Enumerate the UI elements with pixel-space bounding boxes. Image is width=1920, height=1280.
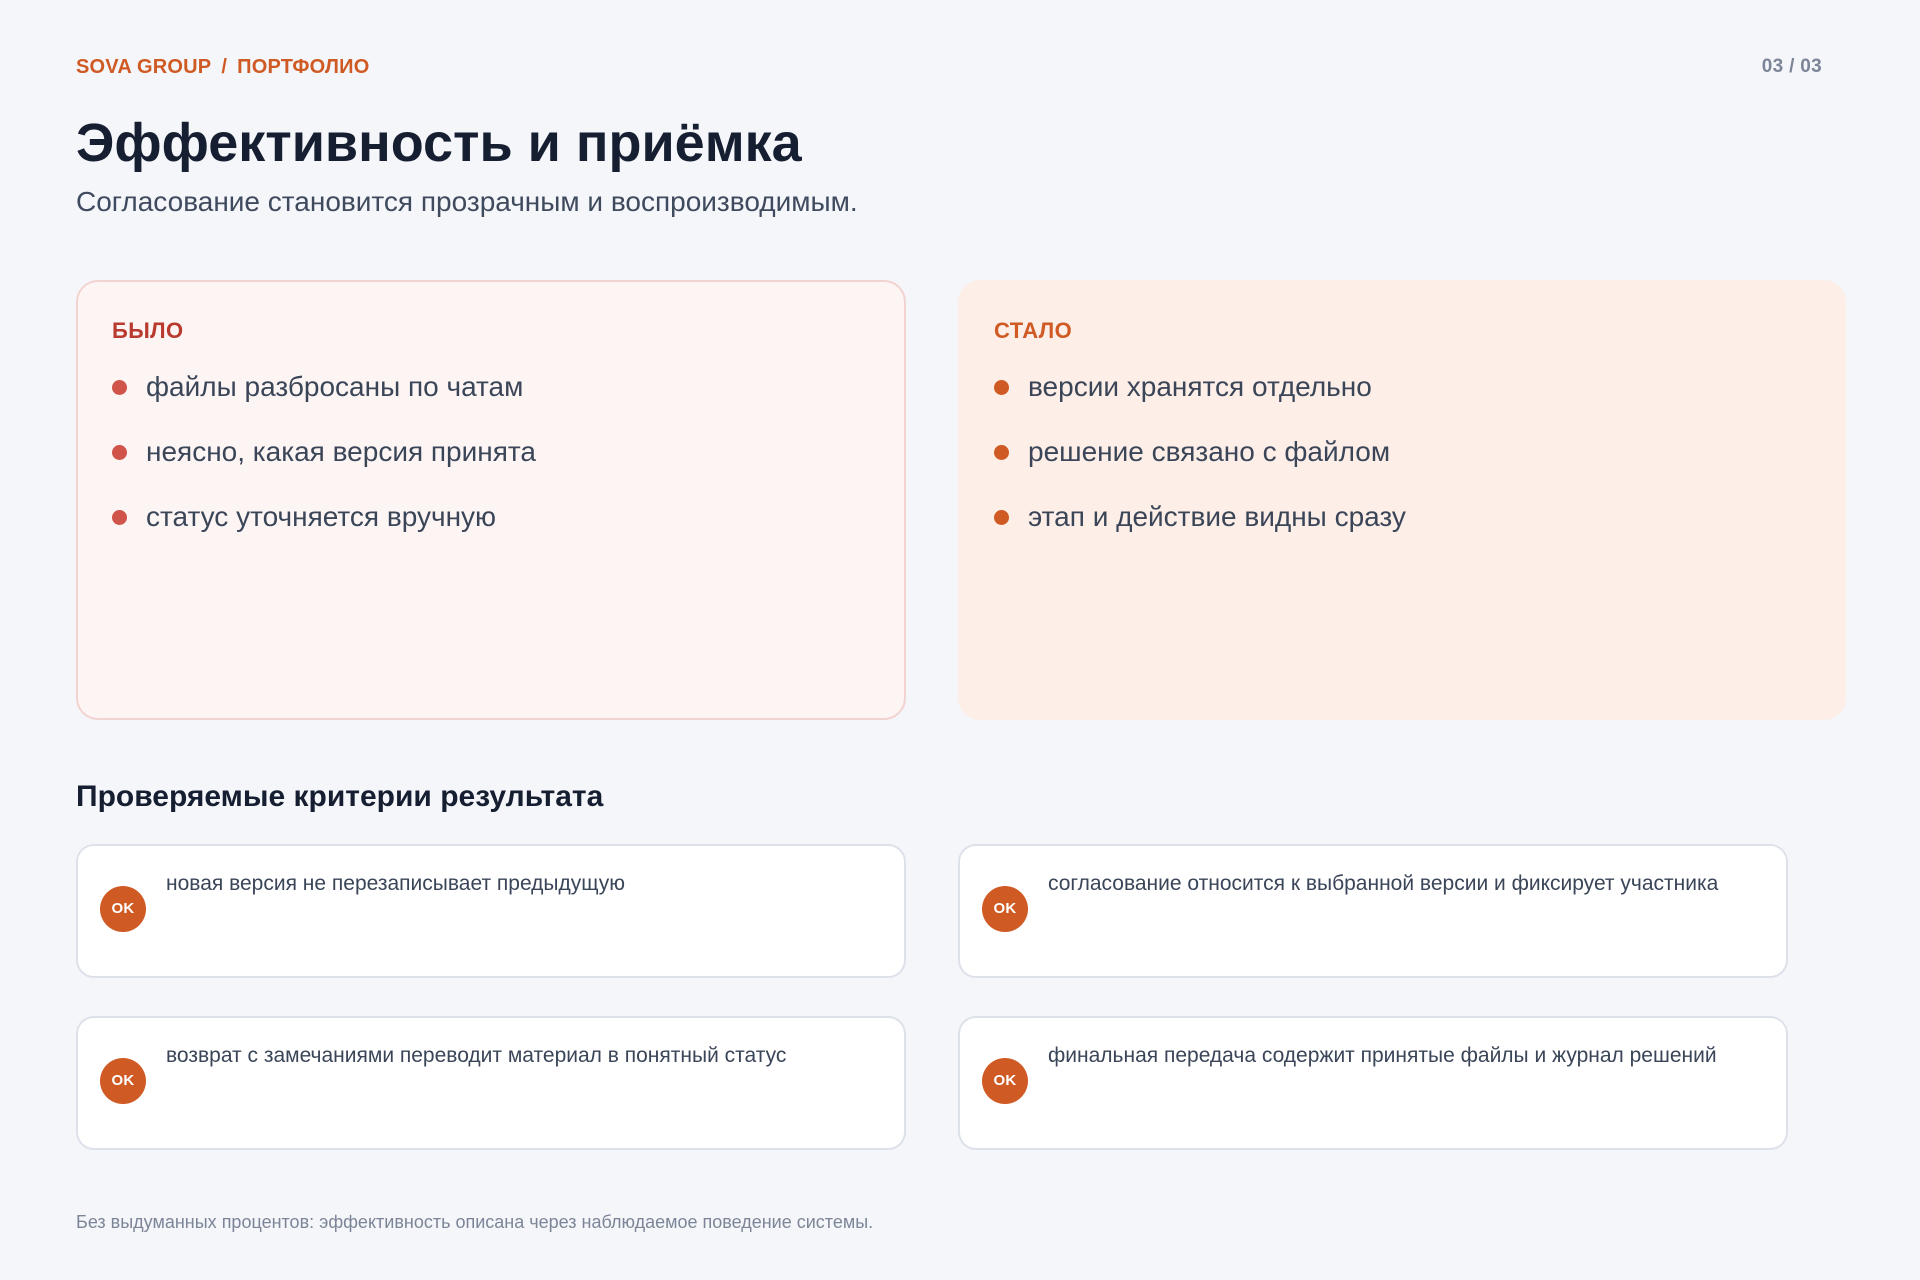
bullet-icon [112, 445, 127, 460]
ok-badge-icon: OK [982, 1058, 1028, 1104]
before-list-item: статус уточняется вручную [112, 500, 870, 534]
bullet-icon [112, 510, 127, 525]
breadcrumb-separator: / [221, 56, 228, 78]
top-bar: SOVA GROUP / ПОРТФОЛИО 03 / 03 [76, 56, 1822, 80]
breadcrumb-brand[interactable]: SOVA GROUP [76, 56, 211, 78]
criteria-text: финальная передача содержит принятые фай… [1048, 1044, 1717, 1067]
criteria-text: новая версия не перезаписывает предыдущу… [166, 872, 626, 895]
page-subtitle: Согласование становится прозрачным и вос… [76, 186, 858, 217]
after-list-item: версии хранятся отдельно [994, 370, 1810, 404]
breadcrumb-section[interactable]: ПОРТФОЛИО [237, 56, 369, 78]
after-list-item: решение связано с файлом [994, 435, 1810, 469]
footnote: Без выдуманных процентов: эффективность … [76, 1212, 874, 1232]
after-card-title: СТАЛО [994, 318, 1073, 343]
page-counter: 03 / 03 [1761, 56, 1822, 77]
before-item-text: файлы разбросаны по чатам [146, 371, 524, 402]
after-item-text: этап и действие видны сразу [1028, 501, 1406, 532]
criteria-card: OK новая версия не перезаписывает предыд… [76, 844, 906, 978]
before-list: файлы разбросаны по чатам неясно, какая … [112, 370, 870, 534]
before-list-item: файлы разбросаны по чатам [112, 370, 870, 404]
bullet-icon [994, 510, 1009, 525]
criteria-card: OK финальная передача содержит принятые … [958, 1016, 1788, 1150]
after-list-item: этап и действие видны сразу [994, 500, 1810, 534]
after-item-text: версии хранятся отдельно [1028, 371, 1372, 402]
before-card-title: БЫЛО [112, 318, 184, 343]
before-card: БЫЛО файлы разбросаны по чатам неясно, к… [76, 280, 906, 720]
before-item-text: неясно, какая версия принята [146, 436, 536, 467]
after-item-text: решение связано с файлом [1028, 436, 1391, 467]
criteria-card: OK возврат с замечаниями переводит матер… [76, 1016, 906, 1150]
bullet-icon [112, 380, 127, 395]
before-item-text: статус уточняется вручную [146, 501, 497, 532]
ok-badge-icon: OK [100, 886, 146, 932]
bullet-icon [994, 445, 1009, 460]
criteria-card: OK согласование относится к выбранной ве… [958, 844, 1788, 978]
ok-badge-icon: OK [982, 886, 1028, 932]
after-card: СТАЛО версии хранятся отдельно решение с… [958, 280, 1846, 720]
criteria-text: согласование относится к выбранной верси… [1048, 872, 1719, 895]
before-list-item: неясно, какая версия принята [112, 435, 870, 469]
ok-badge-icon: OK [100, 1058, 146, 1104]
criteria-text: возврат с замечаниями переводит материал… [166, 1044, 787, 1067]
breadcrumb: SOVA GROUP / ПОРТФОЛИО [76, 56, 369, 79]
bullet-icon [994, 380, 1009, 395]
page-title: Эффективность и приёмка [76, 113, 802, 173]
after-list: версии хранятся отдельно решение связано… [994, 370, 1810, 534]
criteria-heading: Проверяемые критерии результата [76, 780, 604, 813]
